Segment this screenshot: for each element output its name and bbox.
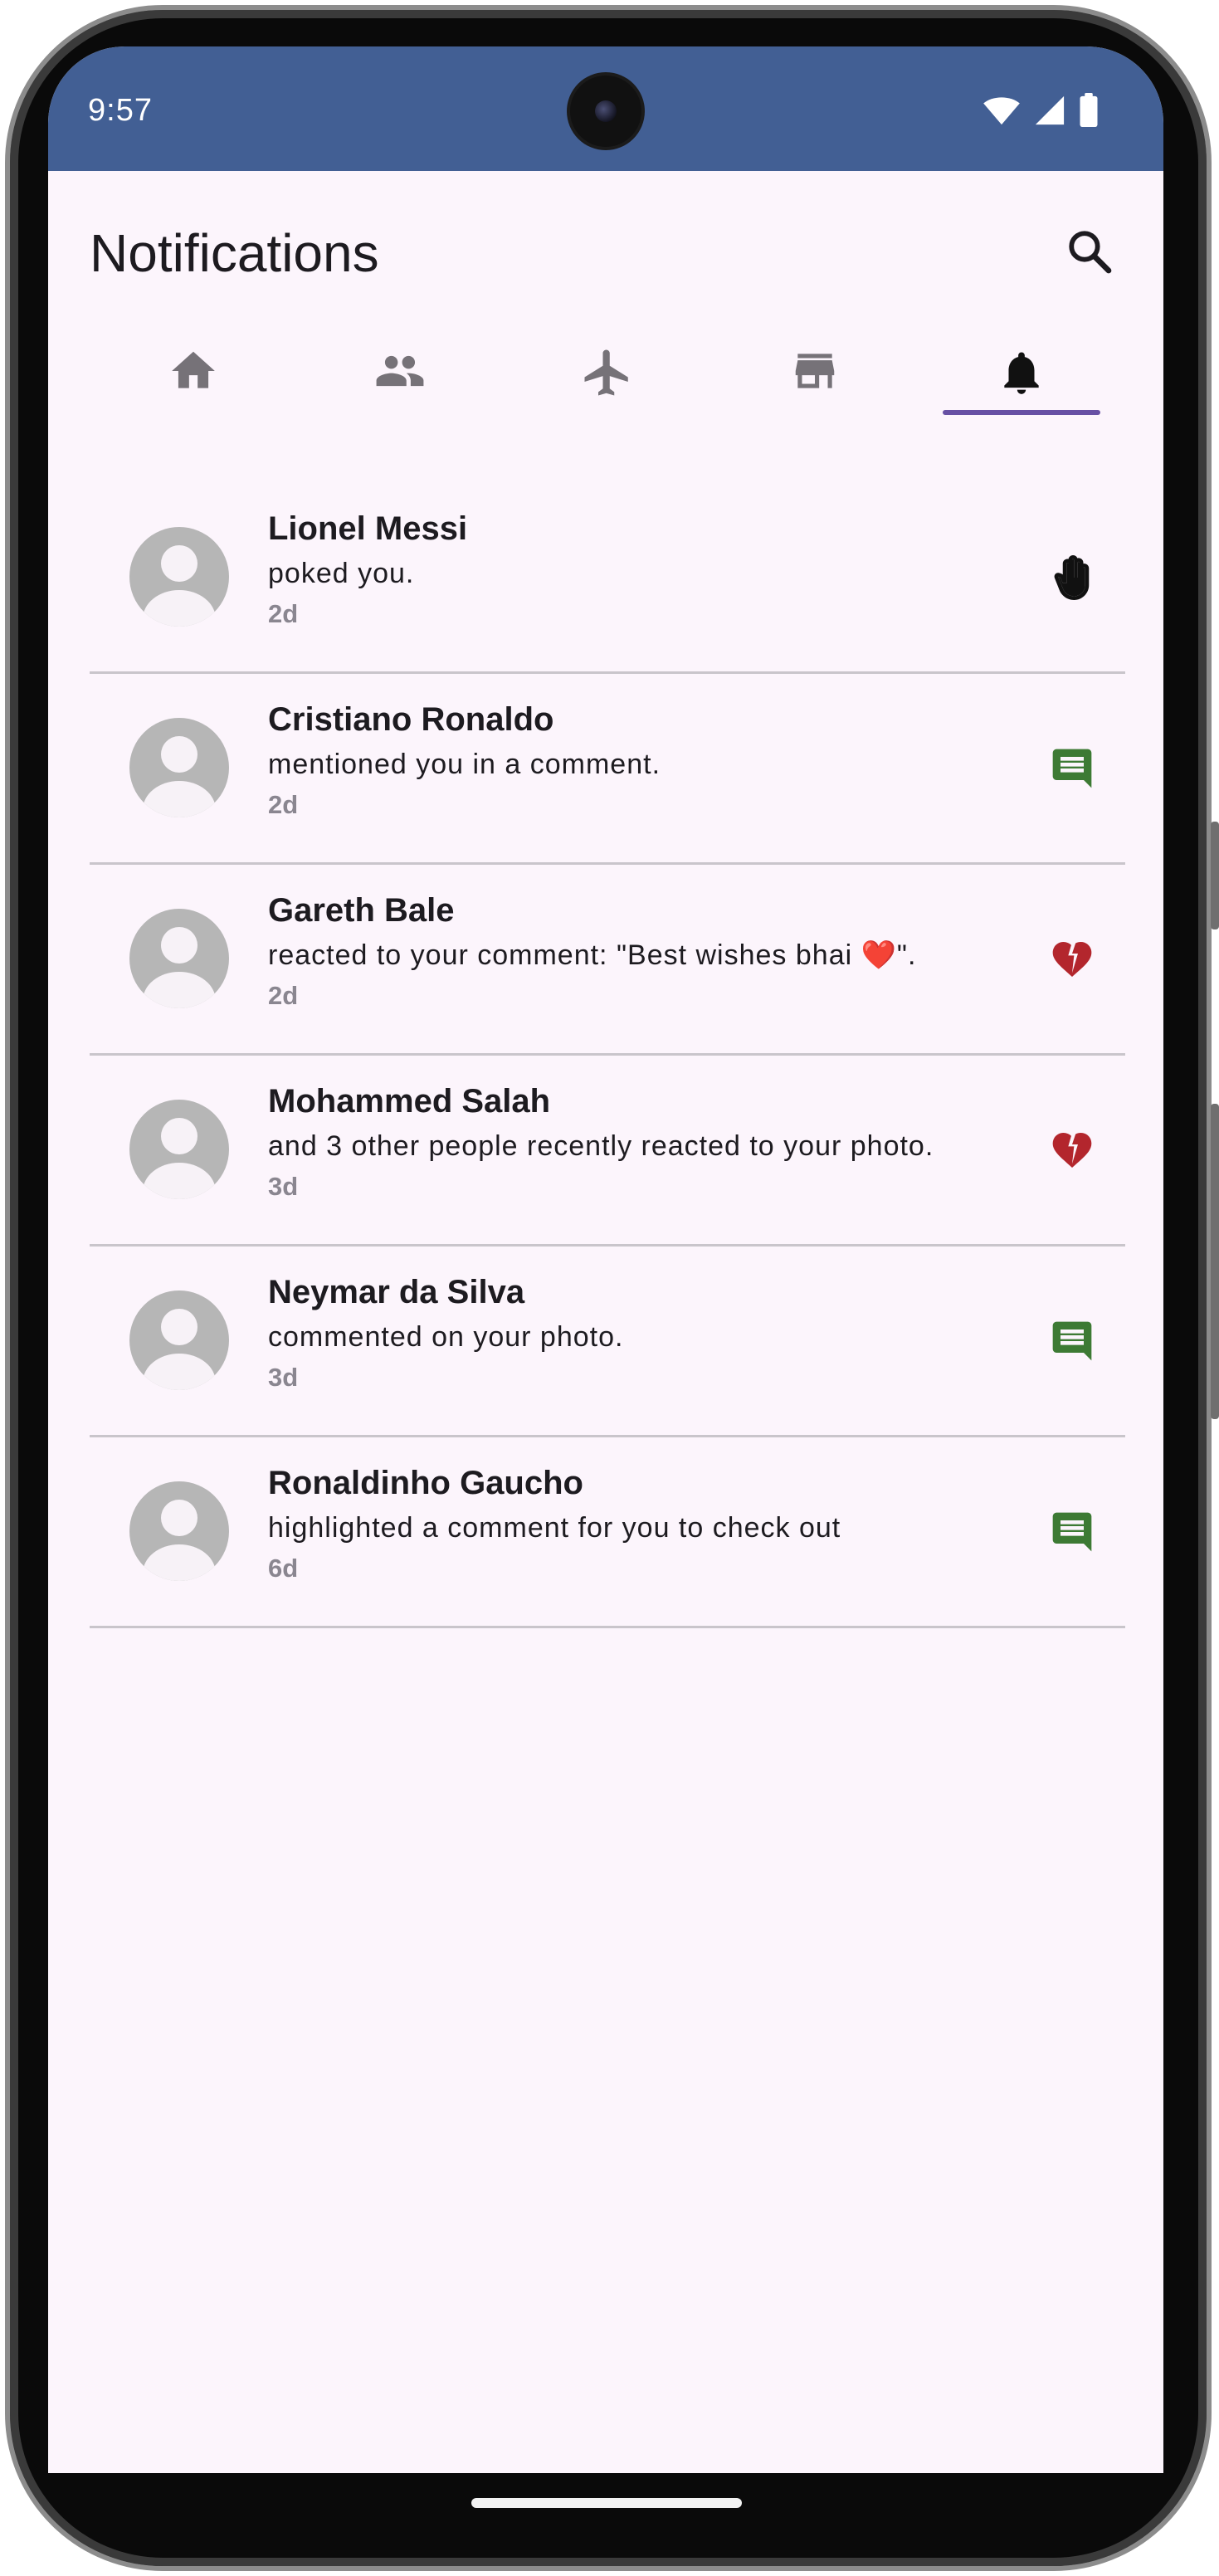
- notification-text: Neymar da Silva commented on your photo.…: [268, 1270, 1009, 1396]
- list-item[interactable]: Lionel Messi poked you. 2d: [90, 483, 1125, 674]
- screen: 9:57 Notifications Lionel Messi poked yo…: [48, 46, 1163, 2473]
- list-item[interactable]: Ronaldinho Gaucho highlighted a comment …: [90, 1437, 1125, 1628]
- avatar: [129, 718, 229, 817]
- notification-name: Ronaldinho Gaucho: [268, 1465, 583, 1501]
- avatar: [129, 1481, 229, 1581]
- volume-button: [1211, 1104, 1219, 1419]
- avatar: [129, 909, 229, 1008]
- notification-time: 2d: [268, 790, 299, 819]
- notification-list: Lionel Messi poked you. 2d Cristiano Ron…: [90, 483, 1125, 1628]
- phone-frame: 9:57 Notifications Lionel Messi poked yo…: [0, 0, 1219, 2576]
- top-tab-bar: [90, 329, 1125, 445]
- comment-icon: [1046, 742, 1099, 795]
- comment-icon: [1046, 1505, 1099, 1559]
- notification-time: 2d: [268, 599, 299, 628]
- status-bar: 9:57: [48, 46, 1163, 171]
- list-item[interactable]: Cristiano Ronaldo mentioned you in a com…: [90, 674, 1125, 865]
- avatar: [129, 527, 229, 627]
- search-icon: [1065, 227, 1114, 280]
- status-icons: [983, 93, 1099, 132]
- comment-icon: [1046, 1315, 1099, 1368]
- notification-message: commented on your photo.: [268, 1321, 624, 1353]
- status-time: 9:57: [88, 93, 153, 128]
- notification-message: poked you.: [268, 558, 415, 589]
- home-indicator[interactable]: [471, 2498, 742, 2508]
- notification-name: Mohammed Salah: [268, 1083, 551, 1120]
- people-icon: [371, 345, 429, 401]
- bell-icon: [996, 345, 1047, 404]
- tab-marketplace[interactable]: [711, 329, 919, 445]
- notification-name: Lionel Messi: [268, 510, 468, 547]
- store-icon: [789, 345, 841, 401]
- avatar: [129, 1100, 229, 1199]
- battery-icon: [1079, 93, 1099, 132]
- notification-time: 2d: [268, 981, 299, 1010]
- broken-heart-icon: [1046, 933, 1099, 986]
- notification-name: Cristiano Ronaldo: [268, 701, 554, 738]
- hand-icon: [1046, 551, 1099, 604]
- notification-text: Gareth Bale reacted to your comment: "Be…: [268, 888, 1009, 1014]
- notification-message: and 3 other people recently reacted to y…: [268, 1130, 934, 1162]
- list-item[interactable]: Mohammed Salah and 3 other people recent…: [90, 1056, 1125, 1247]
- notification-text: Lionel Messi poked you. 2d: [268, 506, 1009, 632]
- avatar: [129, 1290, 229, 1390]
- notification-name: Neymar da Silva: [268, 1274, 525, 1310]
- front-camera: [570, 76, 641, 147]
- signal-icon: [1034, 95, 1065, 130]
- page-title: Notifications: [90, 223, 379, 283]
- tab-travel[interactable]: [504, 329, 711, 445]
- notification-text: Ronaldinho Gaucho highlighted a comment …: [268, 1461, 1009, 1587]
- notification-time: 3d: [268, 1363, 299, 1392]
- notification-time: 6d: [268, 1554, 299, 1583]
- wifi-icon: [983, 95, 1021, 130]
- broken-heart-icon: [1046, 1124, 1099, 1177]
- tab-home[interactable]: [90, 329, 297, 445]
- airplane-icon: [580, 345, 635, 404]
- tab-notifications[interactable]: [918, 329, 1125, 445]
- search-button[interactable]: [1061, 224, 1119, 282]
- home-icon: [168, 345, 219, 401]
- power-button: [1211, 822, 1219, 929]
- notification-text: Cristiano Ronaldo mentioned you in a com…: [268, 697, 1009, 823]
- list-item[interactable]: Neymar da Silva commented on your photo.…: [90, 1247, 1125, 1437]
- notification-text: Mohammed Salah and 3 other people recent…: [268, 1079, 1009, 1205]
- notification-name: Gareth Bale: [268, 892, 455, 929]
- notification-message: mentioned you in a comment.: [268, 749, 661, 780]
- tab-friends[interactable]: [297, 329, 505, 445]
- list-item[interactable]: Gareth Bale reacted to your comment: "Be…: [90, 865, 1125, 1056]
- notification-time: 3d: [268, 1172, 299, 1201]
- notification-message: highlighted a comment for you to check o…: [268, 1512, 841, 1544]
- notification-message: reacted to your comment: "Best wishes bh…: [268, 939, 917, 971]
